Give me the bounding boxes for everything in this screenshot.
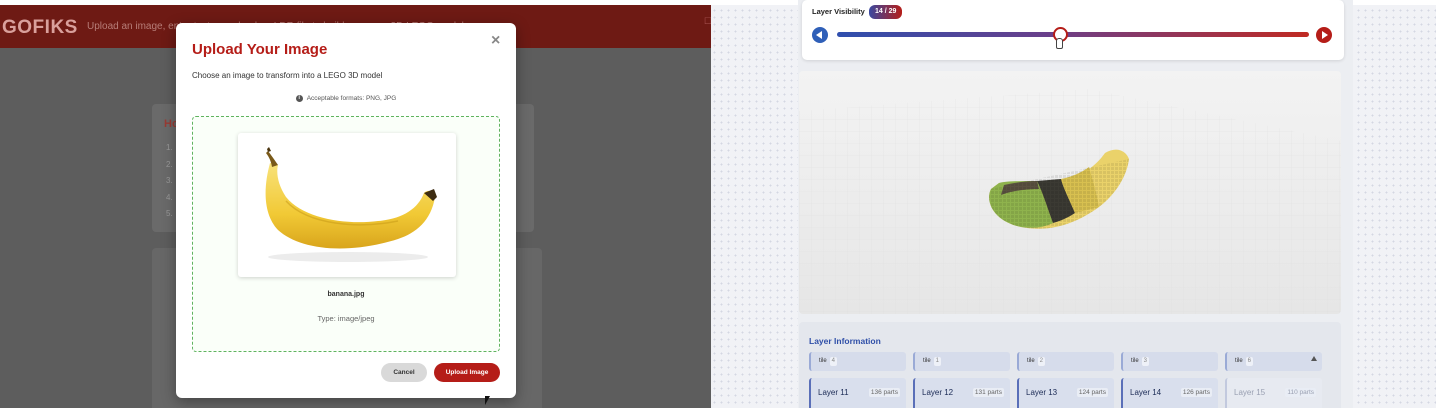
tile-count: 1	[933, 357, 942, 366]
upload-modal: Upload Your Image × Choose an image to t…	[176, 23, 516, 398]
layer-card[interactable]: Layer 12 131 parts	[913, 378, 1010, 408]
file-name: banana.jpg	[327, 291, 365, 298]
accepted-formats: i Acceptable formats: PNG, JPG	[176, 95, 516, 102]
layer-visibility-label: Layer Visibility	[812, 7, 865, 16]
brand-logo[interactable]: GOFIKS	[2, 17, 78, 39]
tile-chip: tile 3	[1121, 352, 1218, 371]
layer-information-card: Layer Information tile 4 tile 1 tile 2 tile…	[799, 322, 1341, 408]
modal-subtitle: Choose an image to transform into a LEGO…	[192, 71, 383, 80]
image-preview	[238, 133, 456, 277]
3d-viewport[interactable]	[799, 71, 1341, 314]
list-item: 3.	[166, 176, 173, 185]
tile-label: tile	[923, 358, 931, 364]
model-viewer-screen: Layer Visibility 14 / 29 Layer Informati…	[711, 0, 1436, 408]
image-dropzone[interactable]: banana.jpg Type: image/jpeg	[192, 116, 500, 352]
layer-name: Layer 12	[922, 388, 954, 397]
modal-title: Upload Your Image	[192, 41, 328, 58]
tile-chip: tile 4	[809, 352, 906, 371]
tile-label: tile	[819, 358, 827, 364]
banana-image	[265, 147, 437, 262]
info-icon: i	[295, 95, 303, 102]
file-type: Type: image/jpeg	[317, 314, 375, 323]
tile-label: tile	[1027, 358, 1035, 364]
layer-parts: 126 parts	[1180, 388, 1212, 397]
layer-parts: 110 parts	[1285, 388, 1316, 397]
layer-card[interactable]: Layer 15 110 parts	[1225, 378, 1322, 408]
layer-parts: 124 parts	[1076, 388, 1108, 397]
formats-text: Acceptable formats: PNG, JPG	[306, 95, 397, 103]
upload-image-button[interactable]: Upload Image	[434, 363, 500, 382]
tile-label: tile	[1235, 358, 1243, 364]
layer-name: Layer 11	[818, 388, 849, 397]
list-item: 4.	[166, 192, 173, 202]
layer-parts: 136 parts	[868, 388, 900, 397]
tile-chip: tile 1	[913, 352, 1010, 371]
list-item: 1.	[166, 143, 173, 152]
hand-cursor-icon	[1055, 38, 1063, 49]
screenshot-composite: GOFIKS Upload an image, enter text, or u…	[0, 0, 1436, 408]
layer-count-badge: 14 / 29	[869, 5, 903, 19]
layer-slider-track[interactable]	[837, 32, 1309, 37]
layer-card[interactable]: Layer 14 126 parts	[1121, 378, 1218, 408]
tile-count: 4	[829, 357, 838, 366]
header-menu-icon[interactable]: ☐	[704, 16, 711, 27]
viewer-content: Layer Visibility 14 / 29 Layer Informati…	[798, 0, 1353, 408]
list-item: 5.	[166, 209, 173, 218]
tile-chip: tile 2	[1017, 352, 1114, 371]
tile-count: 3	[1141, 357, 1150, 366]
mouse-pointer-icon	[485, 396, 490, 405]
tile-label: tile	[1131, 358, 1139, 364]
layer-visibility-card: Layer Visibility 14 / 29	[802, 0, 1344, 60]
layer-card[interactable]: Layer 13 124 parts	[1017, 378, 1114, 408]
how-it-works-list: 1. 2. 3. 4. 5.	[166, 140, 173, 223]
close-icon[interactable]: ×	[491, 32, 500, 50]
layer-name: Layer 15	[1234, 388, 1266, 397]
layer-information-title: Layer Information	[809, 336, 881, 346]
layer-parts: 131 parts	[972, 388, 1004, 397]
tile-chip: tile 6	[1225, 352, 1322, 371]
list-item: 2.	[166, 159, 173, 169]
prev-arrow-icon[interactable]	[812, 27, 828, 43]
cancel-button[interactable]: Cancel	[381, 363, 427, 382]
tile-count: 2	[1037, 357, 1046, 366]
next-arrow-icon[interactable]	[1316, 27, 1332, 43]
layer-name: Layer 14	[1130, 388, 1162, 397]
layer-card[interactable]: Layer 11 136 parts	[809, 378, 906, 408]
lego-banana-render	[799, 89, 1341, 314]
layer-name: Layer 13	[1026, 388, 1058, 397]
collapse-icon[interactable]	[1311, 356, 1317, 361]
tile-count: 6	[1245, 357, 1254, 366]
upload-screen: GOFIKS Upload an image, enter text, or u…	[0, 0, 711, 408]
